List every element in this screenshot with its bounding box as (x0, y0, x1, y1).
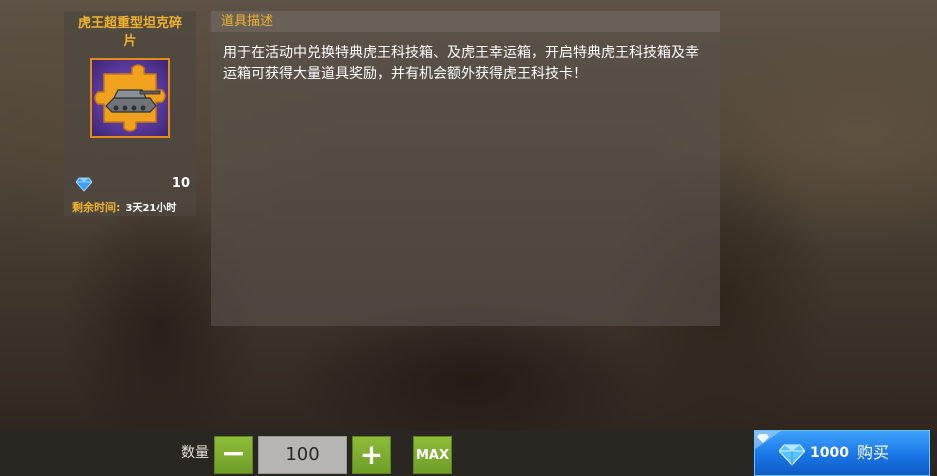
quantity-label: 数量 (181, 445, 209, 461)
description-panel: 道具描述 用于在活动中兑换特典虎王科技箱、及虎王幸运箱，开启特典虎王科技箱及幸运… (211, 11, 720, 326)
diamond-badge-icon (755, 431, 781, 449)
item-icon-frame (90, 58, 170, 138)
item-name: 虎王超重型坦克碎片 (77, 16, 182, 49)
max-quantity-button[interactable]: MAX (413, 436, 452, 474)
decrease-quantity-button[interactable]: − (214, 436, 253, 474)
buy-button[interactable]: 1000 购买 (754, 430, 930, 476)
description-header: 道具描述 (211, 11, 720, 32)
remaining-time: 剩余时间: 3天21小时 (72, 196, 194, 214)
buy-total-price: 1000 (810, 445, 849, 461)
increase-quantity-button[interactable]: + (352, 436, 391, 474)
diamond-icon (779, 444, 805, 466)
remaining-time-value: 3天21小时 (125, 203, 177, 214)
buy-label: 购买 (857, 443, 890, 462)
item-card: 虎王超重型坦克碎片 10 剩余时间: 3天21小时 (64, 11, 196, 216)
diamond-icon (76, 177, 92, 192)
price-row: 10 (76, 175, 190, 193)
tank-fragment-icon (94, 64, 166, 132)
description-text: 用于在活动中兑换特典虎王科技箱、及虎王幸运箱，开启特典虎王科技箱及幸运箱可获得大… (223, 45, 699, 82)
item-price: 10 (171, 176, 190, 191)
quantity-input[interactable]: 100 (258, 436, 347, 474)
remaining-time-label: 剩余时间: (72, 201, 121, 214)
